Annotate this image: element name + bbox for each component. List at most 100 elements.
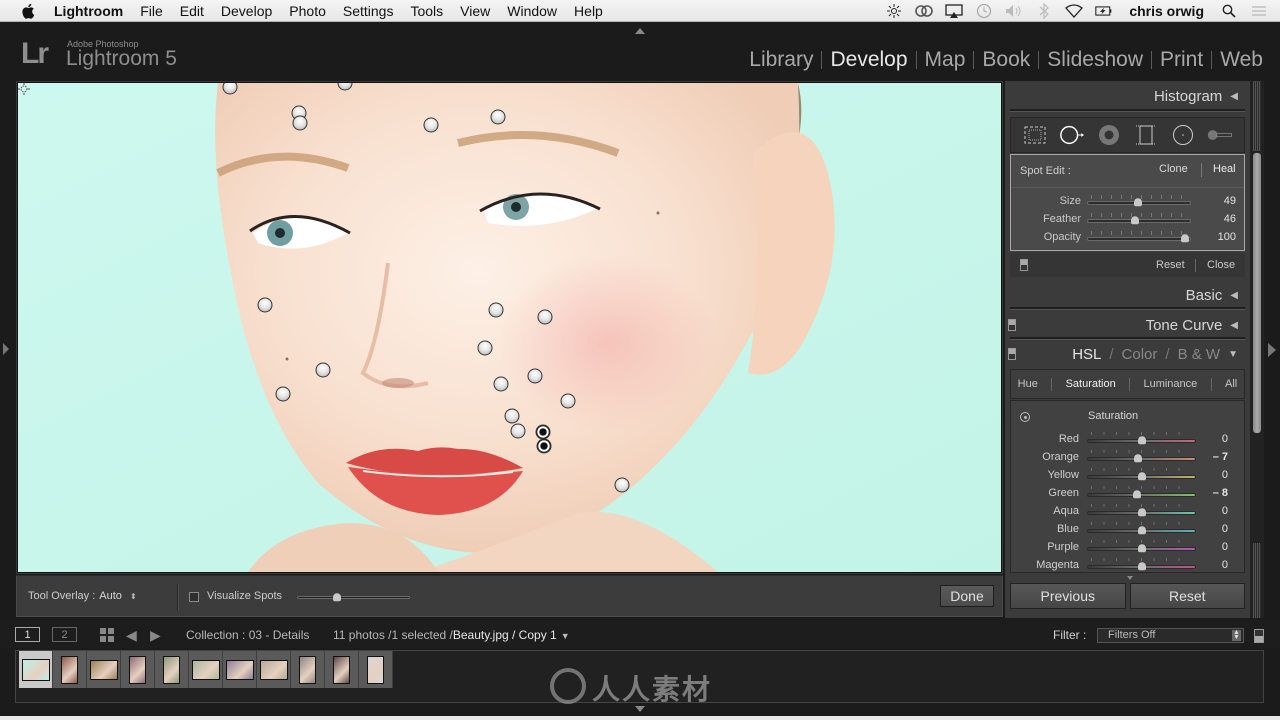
spotlight-search-icon[interactable] [1220, 3, 1238, 19]
slider-thumb[interactable] [1137, 472, 1146, 481]
slider-thumb[interactable] [1137, 562, 1146, 571]
crop-overlay-icon[interactable] [1022, 123, 1048, 147]
slider-thumb[interactable] [1137, 436, 1146, 445]
filmstrip-thumbnail[interactable] [291, 651, 325, 688]
spot-pin[interactable] [560, 393, 576, 409]
volume-icon[interactable] [1005, 3, 1023, 19]
spot-pin[interactable] [423, 117, 439, 133]
menu-settings[interactable]: Settings [343, 3, 394, 19]
module-develop[interactable]: Develop [822, 48, 915, 72]
filmstrip-thumbnail[interactable] [359, 651, 393, 688]
photo-canvas[interactable] [18, 83, 1001, 572]
clone-mode-button[interactable]: Clone [1159, 163, 1188, 175]
slider-thumb[interactable] [1130, 216, 1139, 225]
radial-filter-icon[interactable] [1170, 123, 1196, 147]
orange-saturation-slider[interactable] [1087, 454, 1196, 463]
opacity-value[interactable]: 100 [1218, 231, 1236, 243]
grid-view-icon[interactable] [100, 628, 114, 642]
left-panel-toggle-icon[interactable] [3, 343, 9, 355]
tone-curve-toggle-switch[interactable] [1008, 319, 1016, 331]
spot-pin[interactable] [493, 376, 509, 392]
spot-pin[interactable] [257, 297, 273, 313]
spot-pin[interactable] [315, 362, 331, 378]
filmstrip-toggle-icon[interactable] [635, 706, 645, 712]
aqua-saturation-slider[interactable] [1087, 508, 1196, 517]
filmstrip-thumbnail[interactable] [155, 651, 189, 688]
scroll-thumb[interactable] [1253, 153, 1261, 433]
back-arrow-icon[interactable]: ◀ [126, 627, 137, 644]
saturation-value[interactable]: 0 [1222, 469, 1228, 481]
slider-thumb[interactable] [1137, 544, 1146, 553]
histogram-header[interactable]: Histogram ◀ [1005, 85, 1250, 107]
user-name[interactable]: chris orwig [1129, 3, 1204, 19]
saturation-value[interactable]: 0 [1222, 559, 1228, 571]
adjustment-brush-icon[interactable] [1207, 123, 1233, 147]
all-subtab[interactable]: All [1225, 378, 1237, 390]
spot-removal-icon[interactable] [1059, 123, 1085, 147]
menu-app-name[interactable]: Lightroom [54, 3, 123, 19]
slider-thumb[interactable] [332, 593, 341, 602]
done-button[interactable]: Done [940, 585, 994, 607]
module-print[interactable]: Print [1152, 48, 1211, 72]
hsl-toggle-switch[interactable] [1008, 348, 1016, 360]
blue-saturation-slider[interactable] [1087, 526, 1196, 535]
feather-value[interactable]: 46 [1224, 213, 1236, 225]
saturation-value[interactable]: – 7 [1213, 451, 1228, 463]
spot-pin[interactable] [292, 115, 308, 131]
saturation-value[interactable]: 0 [1222, 433, 1228, 445]
filmstrip-thumbnail[interactable] [223, 651, 257, 688]
creative-cloud-icon[interactable] [915, 3, 934, 19]
green-saturation-slider[interactable] [1087, 490, 1196, 499]
apple-icon[interactable] [20, 3, 38, 19]
filmstrip-thumbnail[interactable] [53, 651, 87, 688]
size-slider[interactable] [1087, 198, 1191, 207]
main-window-button[interactable]: 1 [15, 627, 40, 642]
red-eye-icon[interactable] [1096, 123, 1122, 147]
color-tab[interactable]: Color [1122, 346, 1158, 363]
purple-saturation-slider[interactable] [1087, 544, 1196, 553]
menu-view[interactable]: View [460, 3, 490, 19]
tone-curve-panel-header[interactable]: Tone Curve ◀ [1005, 314, 1250, 336]
hsl-tab[interactable]: HSL [1072, 346, 1101, 363]
tool-overlay-value[interactable]: Auto [99, 590, 122, 602]
filmstrip-thumbnail[interactable] [121, 651, 155, 688]
module-web[interactable]: Web [1212, 48, 1271, 72]
spot-pin[interactable] [527, 368, 543, 384]
second-window-button[interactable]: 2 [52, 627, 77, 642]
menu-tools[interactable]: Tools [410, 3, 443, 19]
spot-pin[interactable] [614, 477, 630, 493]
heal-mode-button[interactable]: Heal [1213, 163, 1236, 175]
collection-source[interactable]: Collection : 03 - Details [186, 628, 309, 642]
slider-thumb[interactable] [1137, 508, 1146, 517]
spot-pin[interactable] [490, 109, 506, 125]
opacity-slider[interactable] [1087, 234, 1191, 243]
filmstrip-thumbnail[interactable] [325, 651, 359, 688]
visualize-threshold-slider[interactable] [297, 593, 410, 602]
visualize-spots-checkbox[interactable] [189, 592, 199, 602]
slider-thumb[interactable] [1133, 198, 1142, 207]
spot-pin[interactable] [477, 340, 493, 356]
module-map[interactable]: Map [917, 48, 974, 72]
spot-toggle-switch[interactable] [1020, 259, 1028, 271]
saturation-value[interactable]: 0 [1222, 541, 1228, 553]
selected-spot-pin[interactable] [536, 438, 552, 454]
graduated-filter-icon[interactable] [1133, 123, 1159, 147]
right-panel-toggle-icon[interactable] [1268, 343, 1276, 357]
spot-pin[interactable] [537, 309, 553, 325]
notification-center-icon[interactable] [1250, 3, 1268, 19]
slider-thumb[interactable] [1137, 526, 1146, 535]
menu-window[interactable]: Window [507, 3, 557, 19]
wifi-icon[interactable] [1065, 3, 1084, 19]
size-value[interactable]: 49 [1224, 195, 1236, 207]
filter-select[interactable]: Filters Off ▲ ▼ [1097, 628, 1244, 643]
spot-close-button[interactable]: Close [1207, 259, 1235, 271]
right-panel-scrollbar[interactable] [1250, 81, 1264, 618]
brightness-icon[interactable] [885, 3, 903, 19]
spot-reset-button[interactable]: Reset [1156, 259, 1185, 271]
photo-count[interactable]: 11 photos /1 selected /Beauty.jpg / Copy… [333, 628, 570, 642]
airplay-icon[interactable] [945, 3, 963, 19]
saturation-subtab[interactable]: Saturation [1066, 378, 1116, 390]
feather-slider[interactable] [1087, 216, 1191, 225]
module-slideshow[interactable]: Slideshow [1039, 48, 1151, 72]
reset-button[interactable]: Reset [1129, 583, 1245, 609]
